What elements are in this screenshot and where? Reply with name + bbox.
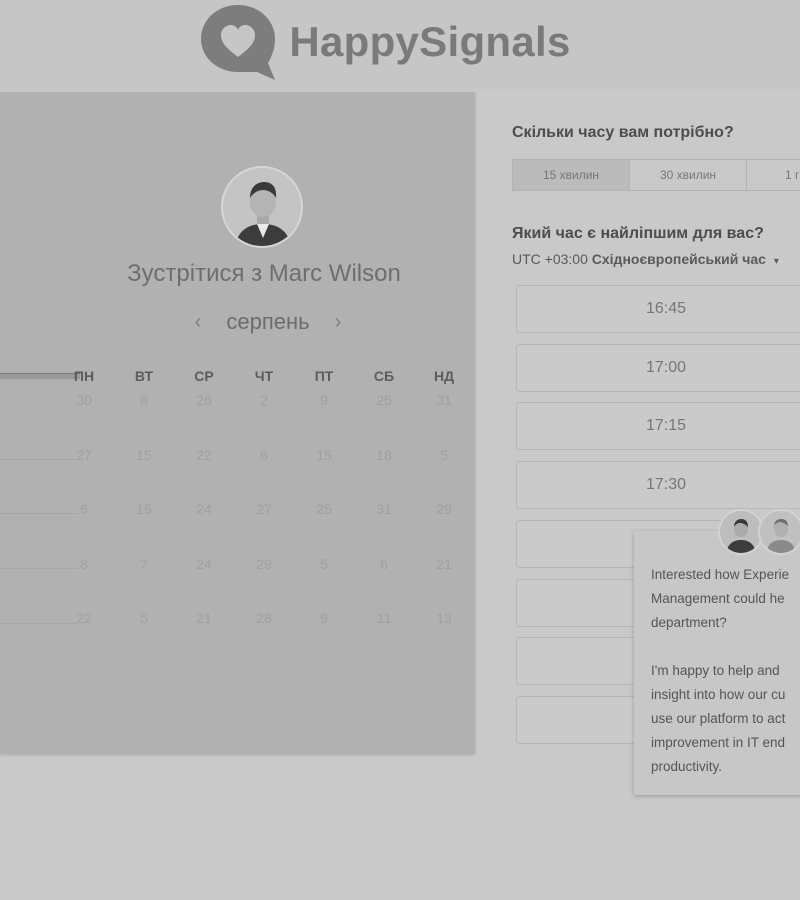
calendar-day[interactable]: 15 — [114, 447, 174, 463]
calendar-week: 27 15 22 6 15 18 5 — [54, 447, 474, 463]
weekday-label: СР — [194, 368, 214, 384]
calendar-day[interactable]: 9 — [294, 392, 354, 408]
calendar-day[interactable]: 22 — [174, 447, 234, 463]
chat-agent-avatar[interactable] — [758, 509, 800, 555]
calendar-day[interactable]: 2 — [234, 392, 294, 408]
heart-bubble-icon — [201, 5, 276, 80]
calendar-day[interactable]: 5 — [414, 447, 474, 463]
weekday-header: ПН ВТ СР ЧТ ПТ СБ НД — [54, 368, 474, 384]
calendar-day[interactable]: 21 — [174, 610, 234, 626]
calendar-day[interactable]: 7 — [114, 556, 174, 572]
weekday-label: ПН — [73, 368, 95, 384]
timezone-offset: UTC +03:00 — [512, 251, 588, 267]
time-slot-button[interactable]: 17:00 — [516, 344, 800, 392]
month-label: серпень — [226, 309, 310, 334]
calendar-day[interactable]: 13 — [414, 610, 474, 626]
calendar-day[interactable]: 28 — [234, 610, 294, 626]
chat-popup[interactable]: Interested how Experie Management could … — [634, 531, 800, 795]
duration-option-60[interactable]: 1 г — [747, 160, 800, 190]
calendar-day[interactable]: 8 — [54, 556, 114, 572]
timezone-selector[interactable]: UTC +03:00 Східноєвропейський час ▾ — [512, 251, 779, 267]
calendar-day[interactable]: 25 — [294, 501, 354, 517]
calendar-day[interactable]: 29 — [414, 501, 474, 517]
calendar-day[interactable]: 24 — [174, 556, 234, 572]
next-month-icon[interactable]: › — [328, 311, 348, 334]
calendar-day[interactable]: 11 — [354, 610, 414, 626]
duration-selector: 15 хвилин 30 хвилин 1 г — [512, 159, 800, 191]
calendar-day[interactable]: 27 — [54, 447, 114, 463]
chevron-down-icon: ▾ — [773, 256, 779, 267]
calendar-day[interactable]: 21 — [414, 556, 474, 572]
prev-month-icon[interactable]: ‹ — [188, 311, 208, 334]
calendar-day[interactable]: 31 — [354, 501, 414, 517]
weekday-label: ПТ — [314, 368, 334, 384]
calendar-day[interactable]: 25 — [354, 392, 414, 408]
calendar-day[interactable]: 6 — [354, 556, 414, 572]
calendar-week: 22 5 21 28 9 11 13 — [54, 610, 474, 626]
calendar-day[interactable]: 29 — [234, 556, 294, 572]
calendar-day[interactable]: 24 — [174, 501, 234, 517]
weekday-label: СБ — [373, 368, 395, 384]
duration-question: Скільки часу вам потрібно? — [512, 124, 734, 141]
host-avatar — [221, 166, 303, 248]
timezone-name: Східноєвропейський час — [591, 251, 766, 267]
calendar-day[interactable]: 26 — [174, 392, 234, 408]
calendar-panel: Зустрітися з Marc Wilson ‹ серпень › ПН … — [0, 92, 475, 754]
calendar-day[interactable]: 18 — [354, 447, 414, 463]
logo-text: HappySignals — [289, 18, 571, 65]
calendar-day[interactable]: 9 — [294, 610, 354, 626]
time-slot-button[interactable]: 17:30 — [516, 461, 800, 509]
calendar-day[interactable]: 5 — [114, 610, 174, 626]
site-header: HappySignals — [0, 0, 800, 90]
duration-option-15[interactable]: 15 хвилин — [513, 160, 630, 190]
calendar-day[interactable]: 27 — [234, 501, 294, 517]
calendar-day[interactable]: 30 — [54, 392, 114, 408]
calendar-week: 6 15 24 27 25 31 29 — [54, 501, 474, 517]
calendar-day[interactable]: 31 — [414, 392, 474, 408]
happysignals-logo[interactable]: HappySignals — [199, 3, 570, 81]
weekday-label: НД — [433, 368, 455, 384]
calendar-week: 30 8 26 2 9 25 31 — [54, 392, 474, 408]
calendar-day[interactable]: 6 — [234, 447, 294, 463]
calendar-day[interactable]: 22 — [54, 610, 114, 626]
duration-option-30[interactable]: 30 хвилин — [630, 160, 747, 190]
meeting-title: Зустрітися з Marc Wilson — [127, 260, 401, 287]
calendar-week: 8 7 24 29 5 6 21 — [54, 556, 474, 572]
chat-message: Interested how Experie Management could … — [651, 567, 790, 774]
calendar-day[interactable]: 5 — [294, 556, 354, 572]
time-slot-button[interactable]: 16:45 — [516, 285, 800, 333]
weekday-label: ВТ — [134, 368, 154, 384]
time-slot-button[interactable]: 17:15 — [516, 402, 800, 450]
calendar-day[interactable]: 8 — [114, 392, 174, 408]
weekday-label: ЧТ — [254, 368, 274, 384]
calendar-day[interactable]: 6 — [54, 501, 114, 517]
month-navigation: ‹ серпень › — [188, 307, 348, 337]
time-question: Який час є найліпшим для вас? — [512, 225, 764, 242]
calendar-day[interactable]: 15 — [294, 447, 354, 463]
calendar-day[interactable]: 15 — [114, 501, 174, 517]
